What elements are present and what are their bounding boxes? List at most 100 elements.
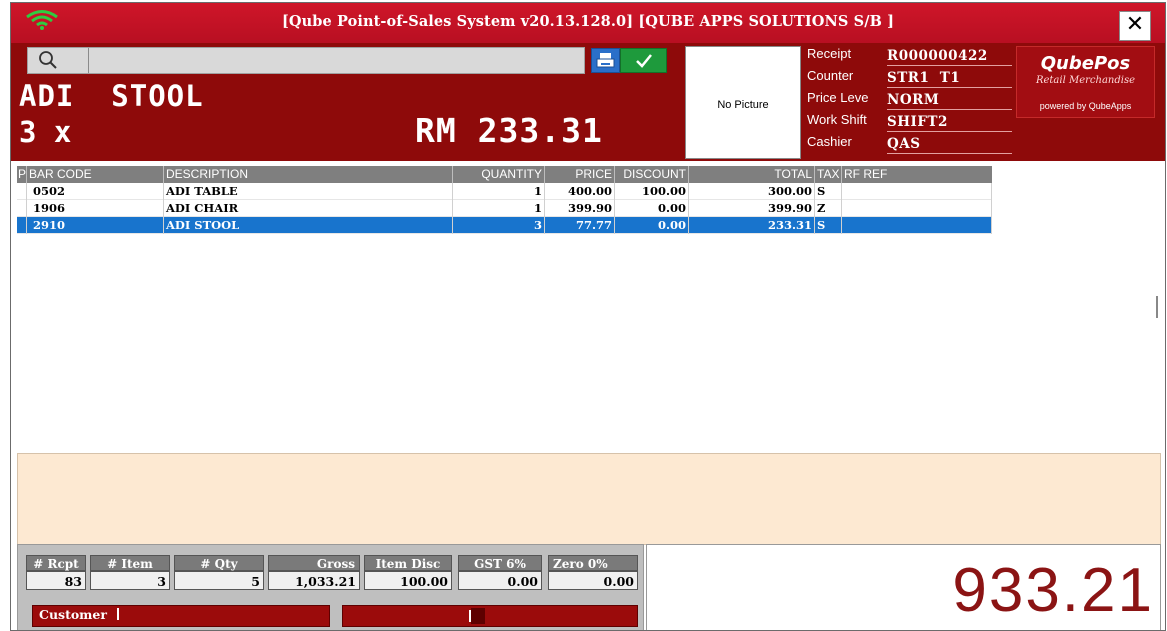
cell-discount: 0.00 xyxy=(615,217,689,234)
summary-panel: # Rcpt 83 # Item 3 # Qty 5 Gross 1,033.2… xyxy=(17,544,644,630)
cell-price: 399.90 xyxy=(545,200,615,217)
stat-label: Gross xyxy=(268,555,360,571)
stat-receipts: # Rcpt 83 xyxy=(26,555,86,597)
item-header-panel: ADI STOOL 3 x RM 233.31 No Picture Recei… xyxy=(11,43,1165,161)
customer-field[interactable]: Customer xyxy=(32,605,330,627)
stat-label: GST 6% xyxy=(458,555,542,571)
col-discount[interactable]: DISCOUNT xyxy=(615,166,689,183)
stat-label: Zero 0% xyxy=(548,555,638,571)
cell-barcode: 2910 xyxy=(27,217,164,234)
col-total[interactable]: TOTAL xyxy=(689,166,815,183)
search-icon[interactable] xyxy=(38,50,58,70)
customer-label: Customer xyxy=(39,607,107,622)
stat-items: # Item 3 xyxy=(90,555,170,597)
stat-value: 1,033.21 xyxy=(268,571,360,590)
cell-quantity: 3 xyxy=(453,217,545,234)
stat-value: 3 xyxy=(90,571,170,590)
stat-value: 83 xyxy=(26,571,86,590)
stat-item-discount: Item Disc 100.00 xyxy=(364,555,452,597)
cell-quantity: 1 xyxy=(453,183,545,200)
info-label: Counter xyxy=(807,68,854,83)
cell-total: 399.90 xyxy=(689,200,815,217)
stat-value: 100.00 xyxy=(364,571,452,590)
text-cursor xyxy=(117,608,120,620)
checkmark-icon xyxy=(636,54,652,68)
receipt-number: R000000422 xyxy=(887,48,988,64)
col-tax[interactable]: TAX xyxy=(815,166,842,183)
scroll-thumb[interactable] xyxy=(1156,296,1158,318)
cell-total: 300.00 xyxy=(689,183,815,200)
table-scrollbar[interactable] xyxy=(1152,166,1162,451)
grand-total-panel: 933.21 xyxy=(646,544,1161,630)
receipt-info: Receipt R000000422 Counter STR1 T1 Price… xyxy=(807,45,1012,157)
cell-rf-ref xyxy=(842,183,992,200)
current-item-name: ADI STOOL xyxy=(19,79,204,113)
table-row[interactable]: 0502 ADI TABLE 1 400.00 100.00 300.00 S xyxy=(17,183,992,200)
grand-total-amount: 933.21 xyxy=(952,556,1154,625)
cell-barcode: 1906 xyxy=(27,200,164,217)
current-item-amount: RM 233.31 xyxy=(415,111,603,150)
stat-label: Item Disc xyxy=(364,555,452,571)
info-label: Cashier xyxy=(807,134,852,149)
cell-price: 400.00 xyxy=(545,183,615,200)
table-header: P BAR CODE DESCRIPTION QUANTITY PRICE DI… xyxy=(17,166,992,183)
cashier-value: QAS xyxy=(887,136,921,152)
stat-label: # Item xyxy=(90,555,170,571)
cell-description: ADI STOOL xyxy=(164,217,453,234)
col-price[interactable]: PRICE xyxy=(545,166,615,183)
stat-quantity: # Qty 5 xyxy=(174,555,264,597)
current-item-quantity: 3 x xyxy=(19,115,72,149)
confirm-button[interactable] xyxy=(620,48,667,73)
counter-row: Counter STR1 T1 xyxy=(807,67,1012,88)
title-bar: [Qube Point-of-Sales System v20.13.128.0… xyxy=(11,3,1165,43)
stat-gst: GST 6% 0.00 xyxy=(458,555,542,597)
cell-description: ADI TABLE xyxy=(164,183,453,200)
customer-name-field[interactable] xyxy=(342,605,638,627)
powered-by: powered by QubeApps xyxy=(1039,101,1132,111)
col-quantity[interactable]: QUANTITY xyxy=(453,166,545,183)
printer-icon xyxy=(596,53,615,68)
table-row[interactable]: 1906 ADI CHAIR 1 399.90 0.00 399.90 Z xyxy=(17,200,992,217)
stat-gross: Gross 1,033.21 xyxy=(268,555,360,597)
col-description[interactable]: DESCRIPTION xyxy=(164,166,453,183)
cell-description: ADI CHAIR xyxy=(164,200,453,217)
no-picture-label: No Picture xyxy=(717,99,769,111)
window-title: [Qube Point-of-Sales System v20.13.128.0… xyxy=(281,13,895,30)
counter-value: STR1 T1 xyxy=(887,70,961,86)
cell-rf-ref xyxy=(842,200,992,217)
stat-label: # Rcpt xyxy=(26,555,86,571)
stat-zero-rated: Zero 0% 0.00 xyxy=(548,555,638,597)
table-row-selected[interactable]: 2910 ADI STOOL 3 77.77 0.00 233.31 S xyxy=(17,217,992,234)
cell-rf-ref xyxy=(842,217,992,234)
barcode-search-input[interactable] xyxy=(92,50,576,72)
info-label: Price Leve xyxy=(807,90,869,105)
close-button[interactable]: ✕ xyxy=(1119,11,1151,41)
field-shade xyxy=(471,608,485,624)
stat-value: 0.00 xyxy=(548,571,638,590)
cell-total: 233.31 xyxy=(689,217,815,234)
stat-value: 0.00 xyxy=(458,571,542,590)
cell-discount: 0.00 xyxy=(615,200,689,217)
item-picture: No Picture xyxy=(685,46,801,159)
col-barcode[interactable]: BAR CODE xyxy=(27,166,164,183)
cell-tax: S xyxy=(815,217,842,234)
pos-window: [Qube Point-of-Sales System v20.13.128.0… xyxy=(10,2,1166,631)
work-shift-row: Work Shift SHIFT2 xyxy=(807,111,1012,132)
price-level-row: Price Leve NORM xyxy=(807,89,1012,110)
info-label: Work Shift xyxy=(807,112,867,127)
cell-price: 77.77 xyxy=(545,217,615,234)
cell-discount: 100.00 xyxy=(615,183,689,200)
search-bar xyxy=(27,47,585,74)
cell-tax: S xyxy=(815,183,842,200)
cashier-row: Cashier QAS xyxy=(807,133,1012,154)
col-p[interactable]: P xyxy=(17,166,27,183)
info-label: Receipt xyxy=(807,46,852,61)
cell-quantity: 1 xyxy=(453,200,545,217)
price-level-value: NORM xyxy=(887,92,940,108)
stat-value: 5 xyxy=(174,571,264,590)
print-button[interactable] xyxy=(591,48,620,73)
receipt-row: Receipt R000000422 xyxy=(807,45,1012,66)
sales-items-table: P BAR CODE DESCRIPTION QUANTITY PRICE DI… xyxy=(17,166,992,234)
work-shift-value: SHIFT2 xyxy=(887,114,948,130)
col-rf-ref[interactable]: RF REF xyxy=(842,166,992,183)
